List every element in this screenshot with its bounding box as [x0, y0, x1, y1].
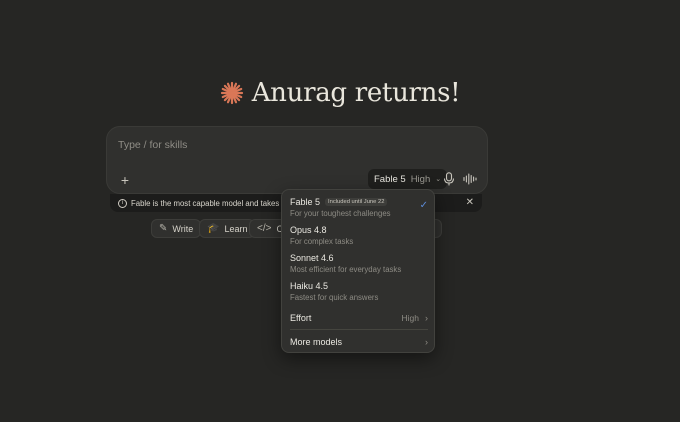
model-selector-button[interactable]: Fable 5 High ⌄ — [368, 169, 448, 189]
prompt-input[interactable]: Type / for skills — [118, 139, 187, 151]
plus-icon[interactable]: + — [117, 172, 133, 188]
model-option-name: Sonnet 4.6 — [290, 253, 334, 263]
model-option-description: For your toughest challenges — [290, 209, 391, 218]
effort-value: High — [401, 313, 419, 323]
more-models-row[interactable]: More models › — [290, 337, 428, 347]
model-effort: High — [410, 173, 431, 185]
app-window: Anurag returns! Type / for skills + Fabl… — [0, 0, 680, 422]
model-option-sonnet-4-6[interactable]: Sonnet 4.6 Most efficient for everyday t… — [290, 253, 428, 274]
model-name: Fable 5 — [374, 173, 406, 185]
model-option-name: Haiku 4.5 — [290, 281, 329, 291]
effort-label: Effort — [290, 313, 312, 323]
check-icon: ✓ — [419, 200, 428, 211]
pencil-icon: ✎ — [159, 223, 168, 234]
write-chip[interactable]: ✎ Write — [151, 219, 202, 238]
effort-row[interactable]: Effort High › — [290, 313, 428, 323]
model-option-opus-4-8[interactable]: Opus 4.8 For complex tasks — [290, 225, 428, 246]
composer[interactable]: Type / for skills + Fable 5 High ⌄ — [106, 126, 488, 194]
model-option-name: Opus 4.8 — [290, 225, 327, 235]
divider — [290, 329, 428, 330]
chevron-right-icon: › — [425, 337, 428, 347]
model-option-haiku-4-5[interactable]: Haiku 4.5 Fastest for quick answers — [290, 281, 428, 302]
chevron-down-icon: ⌄ — [435, 176, 442, 183]
model-option-description: Most efficient for everyday tasks — [290, 265, 402, 274]
chip-label: Write — [172, 223, 194, 234]
model-option-description: Fastest for quick answers — [290, 293, 379, 302]
model-dropdown: Fable 5 Included until June 22 For your … — [281, 189, 435, 353]
banner-message: Fable is the most capable model and take… — [131, 198, 291, 208]
model-option-description: For complex tasks — [290, 237, 354, 246]
more-models-label: More models — [290, 337, 343, 347]
learn-chip[interactable]: 🎓 Learn — [199, 219, 256, 238]
chevron-right-icon: › — [425, 313, 428, 323]
info-icon: i — [118, 198, 127, 208]
greeting: Anurag returns! — [0, 74, 680, 112]
spark-icon — [220, 81, 243, 105]
mic-icon[interactable] — [443, 172, 455, 186]
model-option-fable-5[interactable]: Fable 5 Included until June 22 For your … — [290, 197, 428, 218]
chip-label: Learn — [224, 223, 248, 234]
included-badge: Included until June 22 — [325, 198, 388, 206]
close-icon[interactable]: ✕ — [466, 197, 474, 208]
code-icon: </> — [257, 223, 272, 234]
model-option-name: Fable 5 — [290, 197, 321, 207]
waveform-icon[interactable] — [463, 173, 477, 185]
graduation-cap-icon: 🎓 — [207, 223, 220, 234]
greeting-text: Anurag returns! — [251, 78, 461, 108]
